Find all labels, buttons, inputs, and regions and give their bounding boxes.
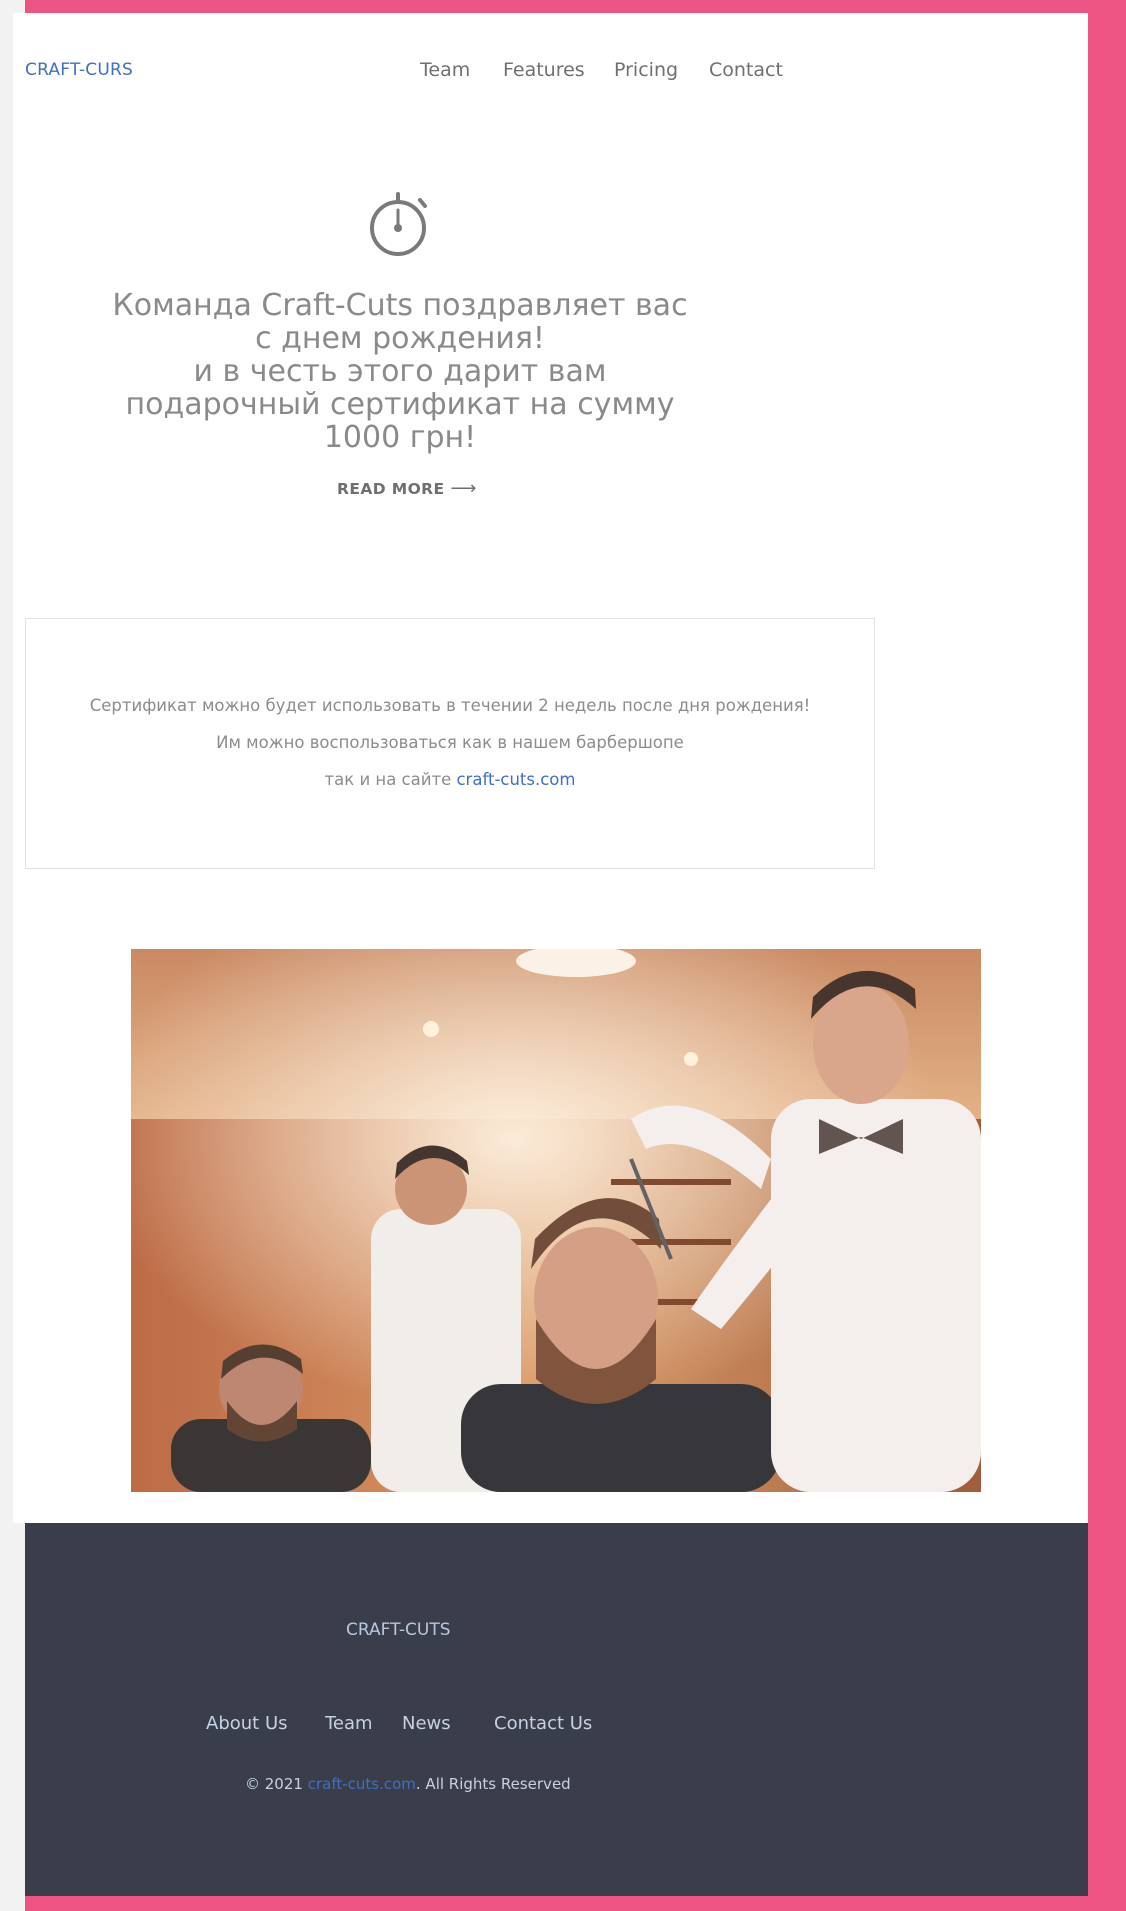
bottom-accent-bar — [25, 1896, 1088, 1911]
stopwatch-icon — [370, 192, 427, 256]
hero-heading: Команда Craft-Cuts поздравляет вас с дне… — [112, 289, 688, 454]
info-line-1: Сертификат можно будет использовать в те… — [89, 696, 811, 715]
footer: CRAFT-CUTS About Us Team News Contact Us… — [25, 1523, 1088, 1896]
right-accent-bar — [1088, 0, 1126, 1911]
hero-line: 1000 грн! — [323, 420, 477, 455]
site-link[interactable]: craft-cuts.com — [456, 770, 575, 789]
read-more-link[interactable]: READ MORE ⟶ — [337, 478, 477, 499]
nav-team[interactable]: Team — [420, 59, 470, 81]
read-more-label: READ MORE — [337, 480, 445, 498]
copyright-suffix: . All Rights Reserved — [415, 1775, 571, 1793]
footer-link-team[interactable]: Team — [325, 1713, 373, 1734]
footer-link-contact[interactable]: Contact Us — [494, 1713, 592, 1734]
nav-contact[interactable]: Contact — [709, 59, 783, 81]
certificate-info-card: Сертификат можно будет использовать в те… — [25, 618, 875, 869]
copyright-prefix: © 2021 — [245, 1775, 308, 1793]
footer-link-news[interactable]: News — [402, 1713, 451, 1734]
barbershop-photo — [131, 949, 981, 1492]
hero-line: подарочный сертификат на сумму — [125, 387, 675, 422]
hero-line: и в честь этого дарит вам — [193, 354, 607, 389]
footer-link-about[interactable]: About Us — [206, 1713, 288, 1734]
arrow-right-icon: ⟶ — [450, 478, 477, 499]
hero-line: с днем рождения! — [255, 321, 545, 356]
copyright: © 2021 craft-cuts.com. All Rights Reserv… — [245, 1775, 571, 1793]
footer-brand[interactable]: CRAFT-CUTS — [346, 1620, 451, 1640]
info-line-3: так и на сайте craft-cuts.com — [26, 770, 874, 789]
brand-logo[interactable]: CRAFT-CURS — [25, 60, 133, 80]
info-line-3-prefix: так и на сайте — [324, 770, 457, 789]
hero-line: Команда Craft-Cuts поздравляет вас — [112, 288, 688, 323]
nav-features[interactable]: Features — [503, 59, 585, 81]
nav-pricing[interactable]: Pricing — [614, 59, 678, 81]
top-accent-bar — [25, 0, 1088, 13]
info-line-2: Им можно воспользоваться как в нашем бар… — [216, 733, 684, 752]
copyright-site-link[interactable]: craft-cuts.com — [308, 1775, 416, 1793]
